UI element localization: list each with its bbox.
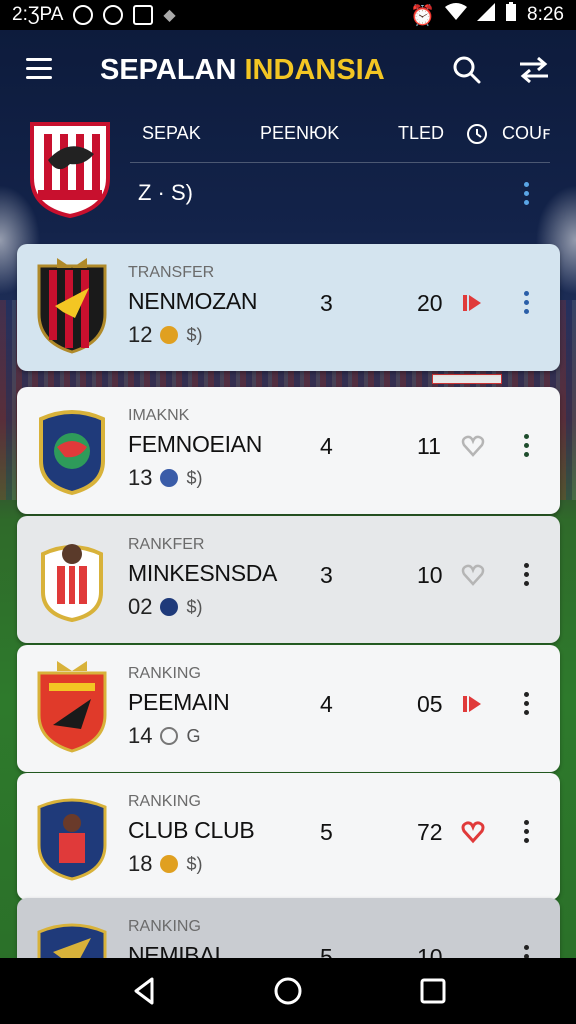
row-points: 72 [417, 819, 443, 845]
back-icon[interactable] [130, 976, 160, 1006]
row-sub-value: 14 [128, 723, 153, 748]
more-icon[interactable] [524, 820, 532, 846]
signal-icon [477, 3, 496, 27]
row-sub-value: 12 [128, 322, 153, 347]
row-sub: 13 $) [128, 465, 203, 491]
trend-up-icon [461, 692, 485, 716]
more-icon[interactable] [524, 291, 532, 317]
g-icon: G [186, 725, 201, 746]
team-name: CLUB CLUB [128, 817, 255, 843]
heart-icon [461, 434, 485, 458]
row-points: 20 [417, 290, 443, 316]
tab-coup[interactable]: COUꜰ [502, 123, 551, 144]
list-item[interactable]: IMAKNK FEMNOEIAN 13 $) 4 11 [17, 387, 560, 514]
list-item[interactable]: RANKFER MINKESNSDA 02 $) 3 10 [17, 516, 560, 643]
wifi-icon [445, 3, 468, 27]
coin-icon: $) [186, 324, 203, 345]
team-crest [35, 258, 109, 354]
row-played: 5 [320, 819, 333, 845]
more-icon[interactable] [524, 563, 532, 589]
tab-peenok[interactable]: PEENЮK [260, 123, 339, 144]
app-title: SEPALAN INDANSIA [100, 54, 385, 87]
alarm-icon: ⏰ [410, 4, 436, 27]
row-points: 11 [417, 433, 441, 459]
row-sub: 14 G [128, 723, 201, 749]
list-item[interactable]: TRANSFER NENMOZAN 12 $) 3 20 [17, 244, 560, 371]
tabs-divider [130, 162, 550, 163]
list-item[interactable]: RANKING CLUB CLUB 18 $) 5 72 [17, 773, 560, 900]
team-crest [35, 401, 109, 497]
ball-icon [160, 727, 179, 745]
row-played: 4 [320, 691, 333, 717]
sync-icon [103, 5, 124, 25]
trend-up-icon [461, 291, 485, 315]
coin-icon: $) [186, 467, 203, 488]
row-label: RANKING [128, 793, 201, 810]
heart-icon [461, 563, 485, 587]
row-sub: 12 $) [128, 322, 203, 348]
row-sub: 02 $) [128, 594, 203, 620]
home-icon[interactable] [273, 976, 303, 1006]
swap-icon[interactable] [518, 56, 550, 84]
more-icon[interactable] [524, 434, 532, 460]
coin-icon [160, 855, 179, 873]
menu-icon[interactable] [26, 58, 52, 80]
tab-sepak[interactable]: SEPAK [142, 123, 201, 144]
coin-icon: $) [186, 596, 203, 617]
row-label: RANKING [128, 665, 201, 682]
heart-icon [461, 820, 485, 844]
row-played: 3 [320, 562, 333, 588]
badge-icon [160, 469, 179, 487]
image-icon [133, 5, 154, 25]
team-name: NENMOZAN [128, 288, 258, 314]
header-sub-label: Z · S) [138, 180, 193, 205]
row-label: RANKFER [128, 536, 205, 553]
badge-icon [160, 598, 179, 616]
header-more-icon[interactable] [524, 182, 532, 208]
team-crest [35, 787, 109, 883]
row-sub: 18 $) [128, 851, 203, 877]
coin-icon-secondary: $) [186, 853, 203, 874]
header-tabs: SEPAK PEENЮK TLED COUꜰ [142, 123, 552, 163]
row-label: IMAKNK [128, 407, 190, 424]
row-sub-value: 13 [128, 465, 153, 490]
team-crest [35, 659, 109, 755]
row-played: 4 [320, 433, 333, 459]
pin-icon: ◆ [163, 7, 176, 24]
row-label: RANKING [128, 918, 201, 935]
list-item[interactable]: RANKING PEEMAIN 14 G 4 05 [17, 645, 560, 772]
notification-icon [73, 5, 94, 25]
search-icon[interactable] [453, 56, 481, 84]
tab-tled[interactable]: TLED [398, 123, 444, 144]
row-sub-value: 02 [128, 594, 153, 619]
row-label: TRANSFER [128, 264, 215, 281]
battery-icon [505, 2, 517, 28]
status-time-right: 8:26 [527, 4, 564, 25]
club-crest [28, 120, 112, 219]
system-nav-bar [0, 958, 576, 1024]
row-sub-value: 18 [128, 851, 153, 876]
row-points: 10 [417, 562, 443, 588]
more-icon[interactable] [524, 692, 532, 718]
team-name: FEMNOEIAN [128, 431, 263, 457]
ad-board [432, 374, 502, 384]
app-bar: SEPALAN INDANSIA [0, 30, 576, 112]
team-crest [35, 530, 109, 626]
trophy-icon [160, 326, 179, 344]
clock-icon [466, 123, 488, 150]
team-name: PEEMAIN [128, 689, 230, 715]
team-name: MINKESNSDA [128, 560, 278, 586]
app-title-main: SEPALAN [100, 54, 245, 86]
app-title-accent: INDANSIA [244, 54, 385, 86]
row-played: 3 [320, 290, 333, 316]
status-bar: 2:ƷPA ◆ ⏰ 8:26 [0, 0, 576, 30]
recents-icon[interactable] [418, 976, 448, 1006]
row-points: 05 [417, 691, 443, 717]
status-time-left: 2:ƷPA [12, 4, 64, 25]
